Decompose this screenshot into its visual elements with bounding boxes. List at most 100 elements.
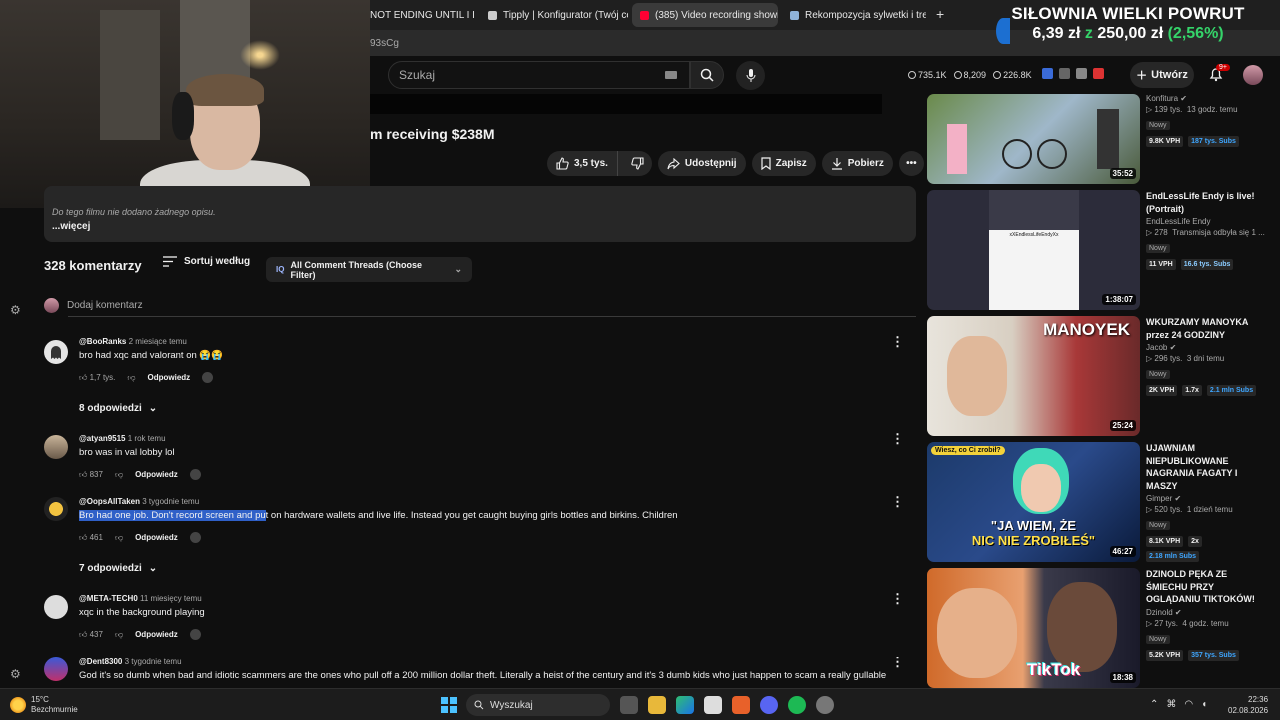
replies-label: 8 odpowiedzi [79,403,142,414]
browser-tab-1[interactable]: NOT ENDING UNTIL I BEA [362,3,474,27]
avatar[interactable] [44,340,68,364]
share-button[interactable]: Udostępnij [657,151,746,176]
video-title: m receiving $238M [370,126,495,142]
obs-icon[interactable] [816,696,834,714]
like-button[interactable]: 👍︎ 437 [79,630,103,640]
clock-time: 22:36 [1248,695,1269,704]
video-thumbnail[interactable]: MANOYEK 25:24 [927,316,1140,436]
video-thumbnail[interactable]: xXEndlessLifeEndyXx 1:38:07 [927,190,1140,310]
windows-start-icon[interactable] [441,697,457,713]
edge-icon[interactable] [676,696,694,714]
clock[interactable]: 22:36 02.08.2026 [1228,694,1268,716]
vph-badge: 5.2K VPH [1146,649,1184,661]
new-tab-icon[interactable]: + [936,6,944,22]
store-icon[interactable] [704,696,722,714]
avatar[interactable] [44,595,68,619]
browser-tab-2[interactable]: Tipply | Konfigurator (Twój cel) ✕ [480,3,628,27]
comment-menu-icon[interactable]: ⋮ [891,657,904,670]
recommended-video[interactable]: Wiesz, co Ci zrobił? "JA WIEM, ŻE NIC NI… [927,442,1267,562]
video-thumbnail[interactable]: TikTok 18:38 [927,568,1140,688]
video-info: Konfitura ✔ ▷ 139 tys. 13 godz. temu Now… [1146,92,1270,147]
headset-icon [172,92,194,140]
goal-target: 250,00 zł [1097,25,1164,42]
comment-text: bro was in val lobby lol [79,447,175,458]
avatar[interactable] [44,435,68,459]
file-explorer-icon[interactable] [648,696,666,714]
subs-badge: 187 tys. Subs [1188,136,1239,147]
webcam-background-door [100,10,160,140]
dislike-button[interactable]: 👎︎ [115,630,123,640]
globe-favicon-icon [790,10,799,20]
donation-goal-overlay: SIŁOWNIA WIELKI POWRUT 6,39 zł z 250,00 … [1000,4,1256,48]
volume-icon[interactable]: ◖ [1201,699,1207,710]
search-input[interactable]: Szukaj [388,61,690,89]
view-replies-button[interactable]: 8 odpowiedzi ⌄ [79,403,157,414]
sort-button[interactable]: Sortuj według [163,256,250,267]
avatar[interactable] [44,497,68,521]
settings-gear-icon[interactable]: ⚙ [10,303,21,317]
new-badge: Nowy [1146,244,1170,253]
browser-tab-4[interactable]: Rekompozycja sylwetki i trening ✕ [782,3,926,27]
recommended-video[interactable]: 35:52 Konfitura ✔ ▷ 139 tys. 13 godz. te… [927,64,1267,184]
voice-search-button[interactable] [736,61,765,90]
task-view-icon[interactable] [620,696,638,714]
comment-thread: @atyan9515 1 rok temu bro was in val lob… [44,431,916,484]
avatar [44,298,59,313]
comment-menu-icon[interactable]: ⋮ [891,431,904,447]
comment-meta: @META-TECH0 11 miesięcy temu [79,594,202,603]
spotify-icon[interactable] [788,696,806,714]
dislike-button[interactable]: 👎︎ [115,470,123,480]
wifi-icon[interactable]: ◠ [1184,699,1193,710]
reply-button[interactable]: Odpowiedz [135,630,178,639]
reply-button[interactable]: Odpowiedz [135,470,178,479]
bookmark-icon [760,157,771,170]
like-button[interactable]: 👍︎ 1,7 tys. [79,373,115,383]
taskbar-search[interactable]: Wyszukaj [466,694,610,716]
comment-menu-icon[interactable]: ⋮ [891,591,904,607]
chevron-up-icon[interactable]: ⌃ [1150,699,1158,710]
search-icon [474,700,484,710]
comment-time: 3 tygodnie temu [142,497,200,506]
view-replies-button[interactable]: 7 odpowiedzi ⌄ [79,563,157,574]
comment-filter-dropdown[interactable]: IQ All Comment Threads (Choose Filter) ⌄ [266,257,472,282]
video-thumbnail[interactable]: Wiesz, co Ci zrobił? "JA WIEM, ŻE NIC NI… [927,442,1140,562]
reply-button[interactable]: Odpowiedz [148,373,191,382]
discord-icon[interactable] [760,696,778,714]
vph-row: 2K VPH 1.7x 2.1 mln Subs [1146,385,1270,396]
download-button[interactable]: Pobierz [821,151,893,176]
like-button[interactable]: 3,5 tys. [547,151,618,176]
new-badge: Nowy [1146,121,1170,130]
keyboard-icon[interactable] [665,71,677,79]
comment-author: @BooRanks [79,337,127,346]
more-actions-button[interactable]: ••• [898,151,924,176]
firefox-icon[interactable] [732,696,750,714]
like-button[interactable]: 👍︎ 837 [79,470,103,480]
browser-tab-active[interactable]: (385) Video recording showing ✕ [632,3,778,27]
description-box[interactable]: Do tego filmu nie dodano żadnego opisu. … [44,186,916,242]
video-thumbnail[interactable]: 35:52 [927,94,1140,184]
dislike-button[interactable] [623,151,652,176]
comment-menu-icon[interactable]: ⋮ [891,334,904,350]
video-player[interactable] [370,94,882,114]
save-button[interactable]: Zapisz [751,151,816,176]
weather-condition: Bezchmurnie [31,705,78,714]
view-info: ▷ 139 tys. 13 godz. temu [1146,105,1238,114]
goal-progress: 6,39 zł z 250,00 zł (2,56%) [1000,25,1256,43]
reply-button[interactable]: Odpowiedz [135,533,178,542]
network-icon[interactable]: ⌘ [1166,699,1176,710]
recommended-video[interactable]: TikTok 18:38 DZINOLD PĘKA ZE ŚMIECHU PRZ… [927,568,1267,688]
comment-menu-icon[interactable]: ⋮ [891,494,904,510]
like-button[interactable]: 👍︎ 461 [79,533,103,543]
avatar[interactable] [44,657,68,681]
save-label: Zapisz [775,158,807,169]
recommended-video[interactable]: MANOYEK 25:24 WKURZAMY MANOYKA przez 24 … [927,316,1267,436]
show-more-link[interactable]: ...więcej [52,221,916,232]
dislike-button[interactable]: 👎︎ [127,373,135,383]
settings-gear-icon[interactable]: ⚙ [10,667,21,681]
weather-widget[interactable]: 15°C Bezchmurnie [10,695,78,715]
recommended-video[interactable]: xXEndlessLifeEndyXx 1:38:07 EndLessLife … [927,190,1267,310]
streamer-hair [186,74,264,106]
search-button[interactable] [690,61,724,89]
add-comment-row[interactable]: Dodaj komentarz [44,298,143,313]
dislike-button[interactable]: 👎︎ [115,533,123,543]
